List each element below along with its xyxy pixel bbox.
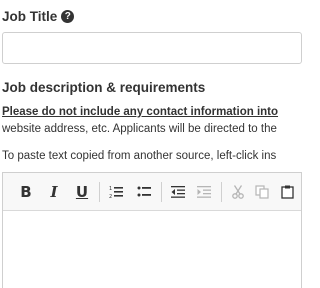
bold-icon: B (20, 183, 32, 201)
cut-button[interactable] (227, 181, 249, 203)
bold-button[interactable]: B (15, 181, 37, 203)
bulleted-list-button[interactable] (133, 181, 155, 203)
job-title-input[interactable] (2, 32, 302, 64)
contact-info-warning-continued: website address, etc. Applicants will be… (2, 123, 277, 135)
italic-icon: I (50, 183, 58, 201)
outdent-icon (171, 186, 185, 198)
scissors-icon (232, 185, 244, 199)
copy-icon (255, 185, 269, 199)
toolbar-separator (221, 182, 222, 202)
paste-instructions: To paste text copied from another source… (2, 150, 277, 162)
copy-button[interactable] (251, 181, 273, 203)
editor-toolbar: B I U 1 2 (3, 173, 301, 211)
svg-text:1: 1 (109, 186, 112, 192)
job-description-heading: Job description & requirements (2, 80, 206, 95)
paste-button[interactable] (277, 181, 299, 203)
rich-text-editor: B I U 1 2 (2, 172, 302, 288)
numbered-list-icon: 1 2 (109, 186, 123, 199)
job-title-label: Job Title (2, 8, 58, 24)
editor-content-area[interactable] (3, 211, 301, 288)
question-circle-icon[interactable]: ? (61, 9, 75, 23)
svg-text:2: 2 (109, 194, 112, 199)
increase-indent-button[interactable] (193, 181, 215, 203)
job-title-label-row: Job Title ? (2, 7, 75, 25)
contact-info-warning: Please do not include any contact inform… (2, 106, 279, 118)
paste-icon (281, 185, 294, 199)
italic-button[interactable]: I (43, 181, 65, 203)
indent-icon (197, 186, 211, 198)
bulleted-list-icon (137, 186, 151, 197)
toolbar-separator (99, 182, 100, 202)
numbered-list-button[interactable]: 1 2 (105, 181, 127, 203)
underline-icon: U (75, 183, 89, 201)
underline-button[interactable]: U (71, 181, 93, 203)
decrease-indent-button[interactable] (167, 181, 189, 203)
toolbar-separator (161, 182, 162, 202)
